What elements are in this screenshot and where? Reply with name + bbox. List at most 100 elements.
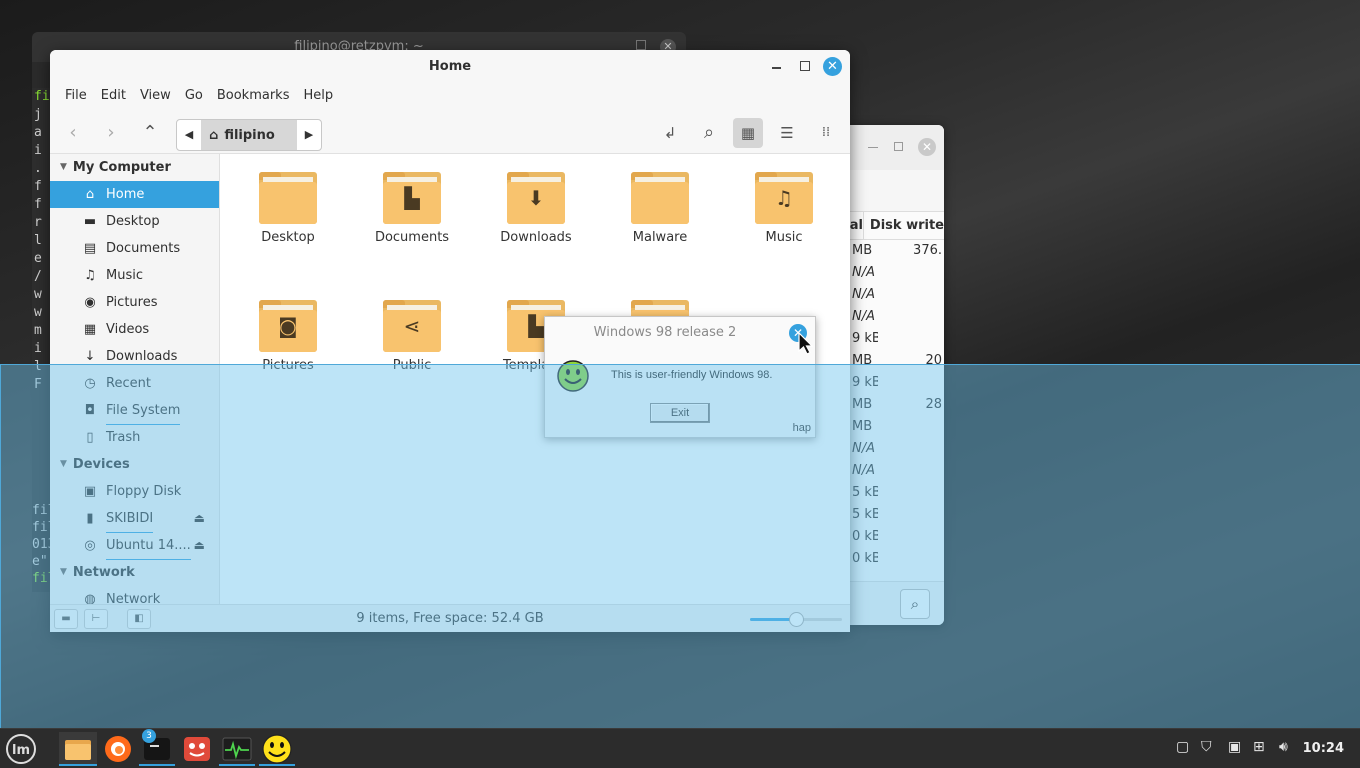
table-row[interactable]: MB 20 (840, 350, 944, 372)
menu-view[interactable]: View (133, 84, 178, 112)
eject-icon[interactable]: ⏏ (194, 532, 205, 559)
back-arrow-icon[interactable]: ‹ (58, 118, 88, 148)
sidebar-item-floppy-disk[interactable]: ▣ Floppy Disk (50, 478, 219, 505)
folder-item-documents[interactable]: ▙ Documents (357, 172, 467, 245)
process-table-header[interactable]: total Disk write (840, 212, 944, 240)
search-icon[interactable]: ⌕ (694, 118, 724, 148)
path-right-arrow-icon[interactable]: ▶ (297, 120, 321, 150)
table-row[interactable]: 9 kB (840, 372, 944, 394)
folder-item-pictures[interactable]: ◙ Pictures (233, 300, 343, 373)
toggle-location-icon[interactable]: ↲ (655, 118, 685, 148)
sidebar-header-network[interactable]: ▼ Network (50, 559, 219, 586)
file-manager-titlebar[interactable]: Home ✕ (50, 50, 850, 84)
folder-icon: ◙ (259, 300, 317, 352)
sidebar-item-trash[interactable]: ▯ Trash (50, 424, 219, 451)
up-arrow-icon[interactable]: ⌃ (135, 118, 165, 148)
zoom-slider[interactable] (750, 612, 842, 627)
windows98-dialog[interactable]: Windows 98 release 2 ✕ This is user-frie… (544, 316, 816, 438)
sidebar-item-label: SKIBIDI (106, 505, 154, 533)
folder-item-public[interactable]: ⋖ Public (357, 300, 467, 373)
menu-file[interactable]: File (58, 84, 94, 112)
zoom-slider-handle[interactable] (789, 612, 804, 627)
menu-bookmarks[interactable]: Bookmarks (210, 84, 297, 112)
sidebar-item-music[interactable]: ♫ Music (50, 262, 219, 289)
sidebar-item-home[interactable]: ⌂ Home (50, 181, 219, 208)
sidebar-header-devices[interactable]: ▼ Devices (50, 451, 219, 478)
maximize-icon[interactable] (800, 61, 810, 71)
menu-edit[interactable]: Edit (94, 84, 133, 112)
table-row[interactable]: N/A (840, 460, 944, 482)
table-row[interactable]: N/A (840, 284, 944, 306)
menu-go[interactable]: Go (178, 84, 210, 112)
path-segment-label: filipino (224, 127, 275, 143)
cell-disk-write (878, 504, 944, 526)
folder-item-desktop[interactable]: Desktop (233, 172, 343, 245)
table-row[interactable]: 9 kB (840, 328, 944, 350)
taskbar-firefox[interactable] (100, 732, 136, 766)
table-row[interactable]: MB (840, 416, 944, 438)
table-row[interactable]: 5 kB (840, 504, 944, 526)
update-manager-icon[interactable]: ▣ (1228, 739, 1241, 755)
minimize-icon[interactable] (868, 147, 878, 148)
menu-help[interactable]: Help (296, 84, 340, 112)
volume-icon[interactable]: 🔊︎ (1279, 739, 1288, 755)
table-row[interactable]: N/A (840, 306, 944, 328)
shield-icon[interactable]: ⛉ (1201, 739, 1212, 755)
eject-icon[interactable]: ⏏ (194, 505, 205, 532)
smiley-icon (262, 734, 292, 764)
minimize-icon[interactable] (772, 67, 781, 69)
mint-menu-icon[interactable]: lm (2, 732, 40, 766)
table-row[interactable]: N/A (840, 262, 944, 284)
sidebar-item-desktop[interactable]: ▬ Desktop (50, 208, 219, 235)
table-row[interactable]: 0 kB (840, 548, 944, 570)
sidebar-item-recent[interactable]: ◷ Recent (50, 370, 219, 397)
path-segment-home[interactable]: ⌂ filipino (201, 120, 297, 150)
system-monitor-window[interactable]: ✕ total Disk write MB376.N/AN/AN/A9 kBMB… (840, 125, 944, 625)
sidebar-item-pictures[interactable]: ◉ Pictures (50, 289, 219, 316)
home-icon: ⌂ (85, 187, 95, 202)
table-row[interactable]: 0 kB (840, 526, 944, 548)
column-header-disk-write[interactable]: Disk write (864, 212, 944, 239)
process-details-button[interactable]: ⌕ (900, 589, 930, 619)
forward-arrow-icon[interactable]: › (96, 118, 126, 148)
taskbar-windows98[interactable] (259, 732, 295, 766)
list-view-icon[interactable]: ☰ (772, 118, 802, 148)
table-row[interactable]: MB 28 (840, 394, 944, 416)
taskbar-system-monitor[interactable] (219, 732, 255, 766)
compact-view-icon[interactable]: ⁞⁞ (811, 118, 841, 148)
sidebar-item-ubuntu-14[interactable]: ◎ Ubuntu 14.... ⏏ (50, 532, 219, 560)
sidebar-header-my-computer[interactable]: ▼ My Computer (50, 154, 219, 181)
cell-disk-write (878, 306, 944, 328)
table-row[interactable]: 5 kB (840, 482, 944, 504)
maximize-icon[interactable] (894, 142, 903, 151)
sidebar-item-skibidi[interactable]: ▮ SKIBIDI ⏏ (50, 505, 219, 533)
sidebar-item-downloads[interactable]: ↓ Downloads (50, 343, 219, 370)
collapse-triangle-icon[interactable]: ▼ (60, 451, 67, 478)
close-icon[interactable]: ✕ (823, 57, 842, 76)
sidebar-item-label: Downloads (106, 349, 178, 364)
path-left-arrow-icon[interactable]: ◀ (177, 120, 201, 150)
terminal-maximize-icon[interactable] (636, 40, 646, 50)
clock[interactable]: 10:24 (1303, 741, 1344, 756)
folder-item-malware[interactable]: Malware (605, 172, 715, 245)
network-icon[interactable]: ⊞ (1253, 739, 1265, 755)
collapse-triangle-icon[interactable]: ▼ (60, 154, 67, 181)
sidebar-item-file-system[interactable]: ◘ File System (50, 397, 219, 425)
sidebar-item-videos[interactable]: ▦ Videos (50, 316, 219, 343)
folder-item-music[interactable]: ♫ Music (729, 172, 839, 245)
process-table-body[interactable]: MB 376. N/A N/A N/A 9 kB MB 20 9 kB MB 28 MB N/A N/A 5… (840, 240, 944, 570)
system-monitor-footer: ⌕ (840, 581, 944, 625)
keyboard-layout-icon[interactable]: ▢ (1176, 739, 1189, 755)
table-row[interactable]: N/A (840, 438, 944, 460)
exit-button[interactable]: Exit (650, 403, 710, 423)
table-row[interactable]: MB 376. (840, 240, 944, 262)
close-icon[interactable]: ✕ (918, 138, 936, 156)
documents-icon: ▤ (83, 241, 97, 256)
taskbar-gimp[interactable] (179, 732, 215, 766)
folder-item-downloads[interactable]: ⬇ Downloads (481, 172, 591, 245)
system-monitor-titlebar[interactable]: ✕ (840, 125, 944, 170)
icon-view-icon[interactable]: ▦ (733, 118, 763, 148)
collapse-triangle-icon[interactable]: ▼ (60, 559, 67, 586)
sidebar-item-documents[interactable]: ▤ Documents (50, 235, 219, 262)
taskbar-files[interactable] (59, 732, 97, 766)
